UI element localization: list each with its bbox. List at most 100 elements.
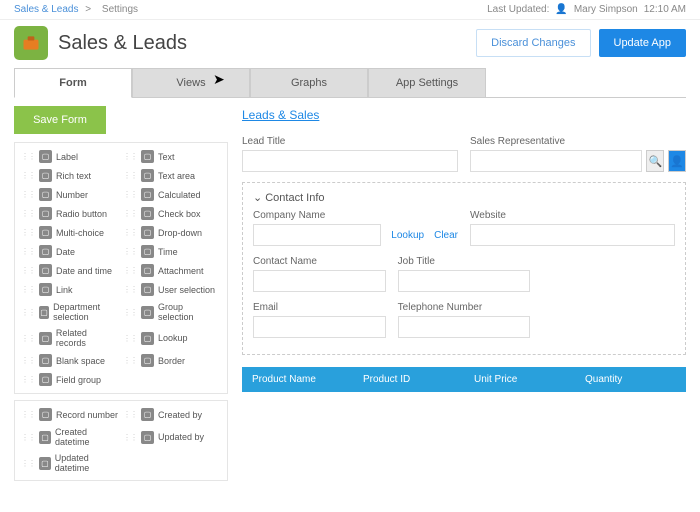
- grip-icon: ⋮⋮: [123, 209, 137, 218]
- palette-item[interactable]: ⋮⋮▢Link: [19, 280, 121, 299]
- palette-item[interactable]: ⋮⋮▢Radio button: [19, 204, 121, 223]
- palette-item-label: Updated datetime: [55, 453, 119, 473]
- page-title: Sales & Leads: [58, 32, 476, 55]
- sales-rep-input[interactable]: [470, 150, 642, 172]
- palette-item[interactable]: ⋮⋮▢Updated datetime: [19, 450, 121, 476]
- palette-item[interactable]: ⋮⋮▢Date: [19, 242, 121, 261]
- palette-item[interactable]: ⋮⋮▢Label: [19, 147, 121, 166]
- group-title[interactable]: ⌄ Contact Info: [253, 191, 675, 204]
- palette-item[interactable]: ⋮⋮▢Blank space: [19, 351, 121, 370]
- contact-name-input[interactable]: [253, 270, 386, 292]
- field-type-icon: ▢: [141, 332, 154, 345]
- palette-item[interactable]: ⋮⋮▢Related records: [19, 325, 121, 351]
- user-icon: 👤: [670, 155, 684, 168]
- palette-item-label: Calculated: [158, 190, 201, 200]
- company-label: Company Name: [253, 210, 458, 221]
- save-form-button[interactable]: Save Form: [14, 106, 106, 134]
- app-icon: [14, 26, 48, 60]
- breadcrumb: Sales & Leads > Settings: [14, 4, 142, 15]
- breadcrumb-root[interactable]: Sales & Leads: [14, 4, 79, 15]
- lookup-button[interactable]: Lookup: [391, 230, 424, 241]
- search-button[interactable]: 🔍: [646, 150, 664, 172]
- breadcrumb-current: Settings: [102, 4, 138, 15]
- palette-item-label: Link: [56, 285, 73, 295]
- contact-info-group: ⌄ Contact Info Company Name Lookup Clear…: [242, 182, 686, 355]
- field-type-icon: ▢: [141, 264, 154, 277]
- contact-name-label: Contact Name: [253, 256, 386, 267]
- palette-item-label: Border: [158, 356, 185, 366]
- field-type-icon: ▢: [39, 457, 51, 470]
- field-type-icon: ▢: [141, 354, 154, 367]
- job-title-input[interactable]: [398, 270, 531, 292]
- grip-icon: ⋮⋮: [21, 285, 35, 294]
- palette-item-label: Attachment: [158, 266, 204, 276]
- palette-item[interactable]: ⋮⋮▢Text: [121, 147, 223, 166]
- field-type-icon: ▢: [141, 207, 154, 220]
- field-type-icon: ▢: [39, 408, 52, 421]
- palette-item[interactable]: ⋮⋮▢User selection: [121, 280, 223, 299]
- form-title-link[interactable]: Leads & Sales: [242, 108, 319, 122]
- palette-item[interactable]: ⋮⋮▢Group selection: [121, 299, 223, 325]
- website-label: Website: [470, 210, 675, 221]
- grip-icon: ⋮⋮: [21, 433, 35, 442]
- tab-graphs[interactable]: Graphs: [250, 68, 368, 97]
- tab-form[interactable]: Form: [14, 68, 132, 98]
- updated-time: 12:10 AM: [644, 4, 686, 15]
- update-button[interactable]: Update App: [599, 29, 687, 57]
- palette-item[interactable]: ⋮⋮▢Check box: [121, 204, 223, 223]
- field-type-icon: ▢: [141, 245, 154, 258]
- palette-item[interactable]: ⋮⋮▢Multi-choice: [19, 223, 121, 242]
- palette-item-label: Label: [56, 152, 78, 162]
- phone-label: Telephone Number: [398, 302, 531, 313]
- palette-item[interactable]: ⋮⋮▢Calculated: [121, 185, 223, 204]
- tab-views[interactable]: Views: [132, 68, 250, 97]
- tab-settings[interactable]: App Settings: [368, 68, 486, 97]
- field-type-icon: ▢: [141, 431, 154, 444]
- grip-icon: ⋮⋮: [123, 228, 137, 237]
- palette-item[interactable]: ⋮⋮▢Text area: [121, 166, 223, 185]
- grip-icon: ⋮⋮: [21, 308, 35, 317]
- lead-title-input[interactable]: [242, 150, 458, 172]
- field-type-icon: ▢: [141, 283, 154, 296]
- palette-item[interactable]: ⋮⋮▢Time: [121, 242, 223, 261]
- field-type-icon: ▢: [39, 245, 52, 258]
- palette-item-label: Field group: [56, 375, 101, 385]
- grip-icon: ⋮⋮: [123, 266, 137, 275]
- palette-item-label: Date and time: [56, 266, 112, 276]
- palette-item[interactable]: ⋮⋮▢Record number: [19, 405, 121, 424]
- palette-item[interactable]: ⋮⋮ ▢ Border: [121, 351, 223, 370]
- palette-item[interactable]: ⋮⋮▢Created by: [121, 405, 223, 424]
- palette-item-label: Text: [158, 152, 175, 162]
- palette-item[interactable]: ⋮⋮ ▢ Attachment: [121, 261, 223, 280]
- field-type-icon: ▢: [39, 373, 52, 386]
- products-table-header: Product Name Product ID Unit Price Quant…: [242, 367, 686, 392]
- palette-item[interactable]: ⋮⋮▢Field group: [19, 370, 121, 389]
- palette-item[interactable]: ⋮⋮▢Updated by: [121, 424, 223, 450]
- user-picker-button[interactable]: 👤: [668, 150, 686, 172]
- palette-item-label: Record number: [56, 410, 118, 420]
- palette-item[interactable]: ⋮⋮▢Department selection: [19, 299, 121, 325]
- grip-icon: ⋮⋮: [123, 356, 137, 365]
- email-input[interactable]: [253, 316, 386, 338]
- clear-button[interactable]: Clear: [434, 230, 458, 241]
- grip-icon: ⋮⋮: [21, 209, 35, 218]
- grip-icon: ⋮⋮: [123, 410, 137, 419]
- palette-item[interactable]: ⋮⋮▢Created datetime: [19, 424, 121, 450]
- col-product-id: Product ID: [353, 367, 464, 392]
- grip-icon: ⋮⋮: [123, 190, 137, 199]
- palette-item-label: User selection: [158, 285, 215, 295]
- field-type-icon: ▢: [39, 431, 51, 444]
- palette-item[interactable]: ⋮⋮▢Lookup: [121, 325, 223, 351]
- palette-item[interactable]: ⋮⋮▢Date and time: [19, 261, 121, 280]
- palette-item-label: Updated by: [158, 432, 204, 442]
- website-input[interactable]: [470, 224, 675, 246]
- palette-item[interactable]: ⋮⋮▢Drop-down: [121, 223, 223, 242]
- grip-icon: ⋮⋮: [21, 356, 35, 365]
- discard-button[interactable]: Discard Changes: [476, 29, 590, 57]
- palette-item[interactable]: ⋮⋮▢Rich text: [19, 166, 121, 185]
- company-input[interactable]: [253, 224, 381, 246]
- email-label: Email: [253, 302, 386, 313]
- phone-input[interactable]: [398, 316, 531, 338]
- palette-item[interactable]: ⋮⋮▢Number: [19, 185, 121, 204]
- grip-icon: ⋮⋮: [123, 308, 137, 317]
